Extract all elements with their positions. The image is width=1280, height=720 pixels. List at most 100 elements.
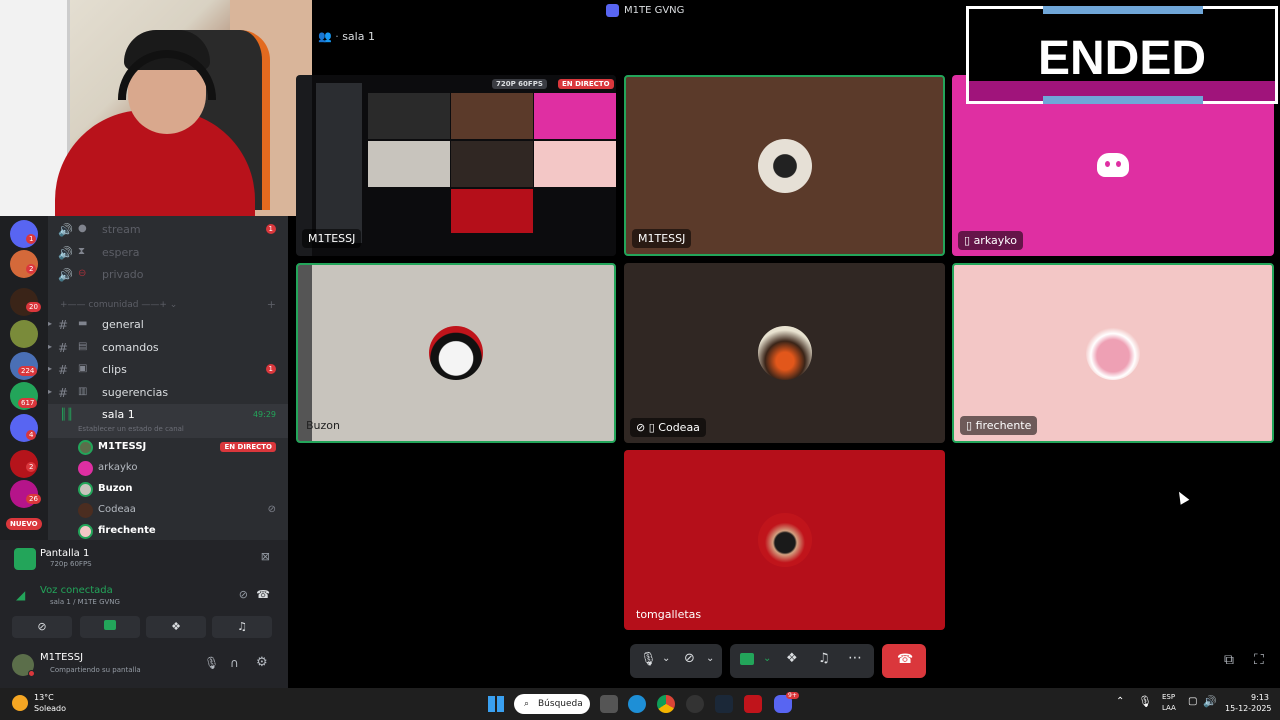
new-badge: NUEVO <box>6 518 42 530</box>
app-icon[interactable] <box>744 695 762 713</box>
gear-icon[interactable]: ⚙ <box>256 655 268 670</box>
weather-temp: 13°C <box>34 693 54 702</box>
mic-icon[interactable]: 🎙 <box>640 652 657 667</box>
camera-off-button[interactable]: ⊘ <box>12 616 72 638</box>
soundboard-button[interactable]: ♫ <box>212 616 272 638</box>
server-icon[interactable] <box>10 320 38 348</box>
speaker-icon: 🔊 <box>58 268 73 282</box>
chevron-down-icon[interactable]: ⌄ <box>662 653 670 664</box>
task-view-icon[interactable] <box>600 695 618 713</box>
popout-icon[interactable]: ⧉ <box>1224 652 1234 668</box>
avatar <box>78 503 93 518</box>
soundboard-icon: ♫ <box>237 620 247 633</box>
hangup-icon: ☎ <box>897 652 914 667</box>
obs-icon[interactable] <box>686 695 704 713</box>
chat-icon: ▬ <box>78 318 88 329</box>
chevron-up-icon[interactable]: ⌃ <box>1116 696 1124 707</box>
user-status: Compartiendo su pantalla <box>50 666 141 674</box>
mic-control[interactable]: 🎙 ⌄ ⊘ ⌄ <box>630 644 722 678</box>
lang-line2[interactable]: LAA <box>1162 704 1176 712</box>
noise-suppression-icon[interactable]: ⊘ <box>239 588 248 601</box>
search-placeholder: Búsqueda <box>538 699 583 709</box>
channel-stream[interactable]: 🔊 ● stream 1 <box>48 219 288 241</box>
clock-date[interactable]: 15-12-2025 <box>1225 704 1272 713</box>
user-area: M1TESSJ Compartiendo su pantalla 🎙 ∩ ⚙ <box>0 646 288 688</box>
edge-icon[interactable] <box>628 695 646 713</box>
chrome-icon[interactable] <box>657 695 675 713</box>
add-channel-icon[interactable]: + <box>267 298 276 311</box>
tile-name-tag: M1TESSJ <box>632 229 692 248</box>
channel-sugerencias[interactable]: ▸ # ▥ sugerencias <box>48 382 288 404</box>
voice-user-buzon[interactable]: Buzon <box>78 480 288 500</box>
lang-line1[interactable]: ESP <box>1162 693 1175 701</box>
user-name: M1TESSJ <box>40 652 84 663</box>
volume-icon[interactable]: 🔊 <box>1203 695 1217 708</box>
screen-title: Pantalla 1 <box>40 548 90 559</box>
more-icon[interactable]: ⋯ <box>848 650 862 666</box>
active-voice-channel[interactable]: ║║ sala 1 49:29 Establecer un estado de … <box>48 404 288 438</box>
search-icon: ⌕ <box>524 699 530 709</box>
phone-icon: ▯ <box>648 421 655 434</box>
channel-status-placeholder[interactable]: Establecer un estado de canal <box>78 425 184 433</box>
steam-icon[interactable] <box>715 695 733 713</box>
channel-type-icon: ● <box>78 223 87 234</box>
tile-tomgalletas[interactable]: tomgalletas <box>624 450 945 630</box>
start-icon[interactable] <box>488 696 504 712</box>
fullscreen-icon[interactable]: ⛶ <box>1254 652 1264 668</box>
window-title: M1TE GVNG <box>624 5 685 16</box>
channel-espera[interactable]: 🔊 ⧗ espera <box>48 242 288 264</box>
note-icon: ▥ <box>78 386 88 397</box>
avatar <box>78 461 93 476</box>
chevron-down-icon[interactable]: ⌄ <box>763 653 771 664</box>
weather-icon[interactable] <box>12 695 28 711</box>
category-header[interactable]: +—— comunidad ——+ ⌄ <box>60 300 177 310</box>
server-badge: 20 <box>26 302 41 312</box>
stream-tile[interactable]: 720P 60FPS EN DIRECTO M1TESSJ <box>296 75 616 256</box>
channel-general[interactable]: ▸ # ▬ general <box>48 314 288 336</box>
search-box[interactable]: ⌕ Búsqueda <box>514 694 590 714</box>
stream-control[interactable]: ⌄ ❖ ♫ ⋯ <box>730 644 874 678</box>
status-dot <box>28 670 35 677</box>
mic-tray-icon[interactable]: 🎙 <box>1138 695 1152 708</box>
voice-active-icon: ║║ <box>60 408 74 421</box>
tile-buzon[interactable]: Buzon <box>296 263 616 443</box>
screen-share-button[interactable] <box>80 616 140 638</box>
tile-name-tag: Buzon <box>306 419 340 432</box>
channel-comandos[interactable]: ▸ # ▤ comandos <box>48 337 288 359</box>
voice-user-arkayko[interactable]: arkayko <box>78 459 288 479</box>
disconnect-button[interactable]: ☎ <box>882 644 926 678</box>
screen-share-icon[interactable] <box>740 653 754 665</box>
server-badge: 224 <box>18 366 38 376</box>
channel-clips[interactable]: ▸ # ▣ clips 1 <box>48 359 288 381</box>
camera-off-icon[interactable]: ⊘ <box>684 651 695 666</box>
clock-time[interactable]: 9:13 <box>1251 693 1269 702</box>
phone-icon: ▯ <box>964 234 971 247</box>
discord-logo-icon <box>1097 153 1129 177</box>
user-avatar <box>429 326 483 380</box>
voice-location: sala 1 / M1TE GVNG <box>50 598 120 606</box>
soundboard-icon[interactable]: ♫ <box>818 651 830 666</box>
voice-user-m1tessj[interactable]: M1TESSJ EN DIRECTO <box>78 438 288 458</box>
headphones-icon[interactable]: ∩ <box>230 656 239 670</box>
mic-icon[interactable]: 🎙 <box>204 656 219 670</box>
tile-codeaa[interactable]: ⊘ ▯ Codeaa <box>624 263 945 443</box>
activities-icon[interactable]: ❖ <box>786 651 798 666</box>
activities-button[interactable]: ❖ <box>146 616 206 638</box>
voice-user-codeaa[interactable]: Codeaa ⊘ <box>78 501 288 521</box>
voice-status[interactable]: Voz conectada <box>40 585 113 596</box>
server-badge: 4 <box>26 430 37 440</box>
voice-user-firechente[interactable]: firechente <box>78 522 288 542</box>
avatar <box>78 482 93 497</box>
ended-text: ENDED <box>1037 32 1207 85</box>
channel-privado[interactable]: 🔊 ⊖ privado <box>48 264 288 286</box>
server-badge: 26 <box>26 494 41 504</box>
disconnect-icon[interactable]: ☎ <box>256 588 270 601</box>
network-icon[interactable]: ▢ <box>1188 696 1197 707</box>
mic-muted-icon: ⊘ <box>267 504 276 515</box>
tile-m1tessj[interactable]: M1TESSJ <box>624 75 945 256</box>
stop-share-icon[interactable]: ⊠ <box>261 550 270 563</box>
chevron-down-icon[interactable]: ⌄ <box>706 653 714 664</box>
tile-firechente[interactable]: ▯ firechente <box>952 263 1274 443</box>
room-header: 👥 · sala 1 <box>318 30 375 43</box>
server-icon <box>606 4 619 17</box>
